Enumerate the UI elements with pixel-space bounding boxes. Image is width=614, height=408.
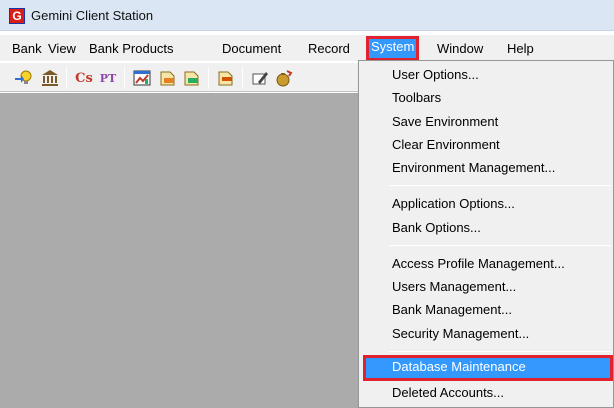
buy-document-icon[interactable] (158, 68, 178, 88)
gemini-app-icon[interactable]: G (9, 8, 25, 24)
title-bar: G Gemini Client Station (0, 0, 614, 31)
user-lightbulb-icon[interactable] (14, 68, 34, 88)
menu-item-security-management[interactable]: Security Management... (363, 323, 613, 345)
menu-item-clear-environment[interactable]: Clear Environment (363, 134, 613, 156)
menu-separator (389, 245, 611, 246)
system-menu-dropdown: User Options... Toolbars Save Environmen… (358, 60, 614, 408)
menu-bank-products[interactable]: Bank Products (88, 38, 175, 59)
menu-item-users-management[interactable]: Users Management... (363, 276, 613, 298)
menu-item-bank-management[interactable]: Bank Management... (363, 299, 613, 321)
menu-item-access-profile-management[interactable]: Access Profile Management... (363, 253, 613, 275)
menu-system[interactable]: System (366, 36, 420, 61)
menu-item-environment-management[interactable]: Environment Management... (363, 157, 613, 179)
sell-document-icon[interactable] (182, 68, 202, 88)
menu-window[interactable]: Window (436, 38, 484, 59)
toolbar-separator (124, 67, 125, 89)
menu-separator (389, 351, 611, 352)
menu-view[interactable]: View (47, 38, 77, 59)
menu-help[interactable]: Help (506, 38, 535, 59)
chart-window-icon[interactable] (132, 68, 152, 88)
menu-separator (389, 185, 611, 186)
menu-item-database-maintenance[interactable]: Database Maintenance (363, 355, 613, 381)
money-bag-icon[interactable] (274, 68, 294, 88)
toolbar-separator (66, 67, 67, 89)
menu-item-deleted-accounts[interactable]: Deleted Accounts... (363, 382, 613, 404)
pen-note-icon[interactable] (250, 68, 270, 88)
toolbar-separator (242, 67, 243, 89)
menu-document[interactable]: Document (221, 38, 282, 59)
menu-item-bank-options[interactable]: Bank Options... (363, 217, 613, 239)
menu-item-application-options[interactable]: Application Options... (363, 193, 613, 215)
cs-icon[interactable]: Cs (74, 68, 94, 88)
menu-record[interactable]: Record (307, 38, 351, 59)
bank-building-icon[interactable] (40, 68, 60, 88)
toolbar-separator (208, 67, 209, 89)
pt-icon[interactable]: PT (98, 68, 118, 88)
menu-item-toolbars[interactable]: Toolbars (363, 87, 613, 109)
menu-bar: Bank View Bank Products Document Record … (0, 35, 614, 61)
menu-bank[interactable]: Bank (11, 38, 43, 59)
term-document-icon[interactable] (216, 68, 236, 88)
menu-item-user-options[interactable]: User Options... (363, 64, 613, 86)
menu-item-save-environment[interactable]: Save Environment (363, 111, 613, 133)
window-title: Gemini Client Station (31, 8, 154, 23)
